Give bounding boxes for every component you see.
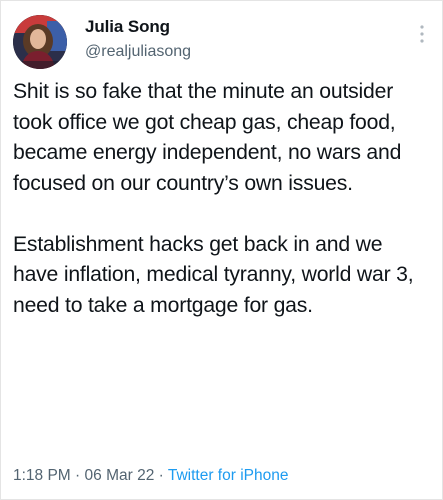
display-name[interactable]: Julia Song (85, 17, 191, 37)
tweet-paragraph: Establishment hacks get back in and we h… (13, 232, 414, 317)
tweet-paragraph: Shit is so fake that the minute an outsi… (13, 80, 402, 195)
more-vertical-icon[interactable] (415, 23, 429, 45)
tweet-card: Julia Song @realjuliasong Shit is so fak… (0, 0, 443, 500)
tweet-source-link[interactable]: Twitter for iPhone (168, 467, 289, 484)
tweet-metadata: 1:18 PM · 06 Mar 22 · Twitter for iPhone (13, 467, 288, 485)
user-handle[interactable]: @realjuliasong (85, 43, 191, 61)
meta-separator: · (158, 467, 164, 484)
tweet-text: Shit is so fake that the minute an outsi… (13, 77, 433, 321)
tweet-header: Julia Song @realjuliasong (13, 13, 433, 71)
avatar[interactable] (13, 15, 67, 69)
tweet-time[interactable]: 1:18 PM (13, 467, 71, 484)
meta-separator: · (75, 467, 81, 484)
avatar-image (13, 15, 67, 69)
tweet-date[interactable]: 06 Mar 22 (85, 467, 155, 484)
author-info: Julia Song @realjuliasong (85, 17, 191, 61)
